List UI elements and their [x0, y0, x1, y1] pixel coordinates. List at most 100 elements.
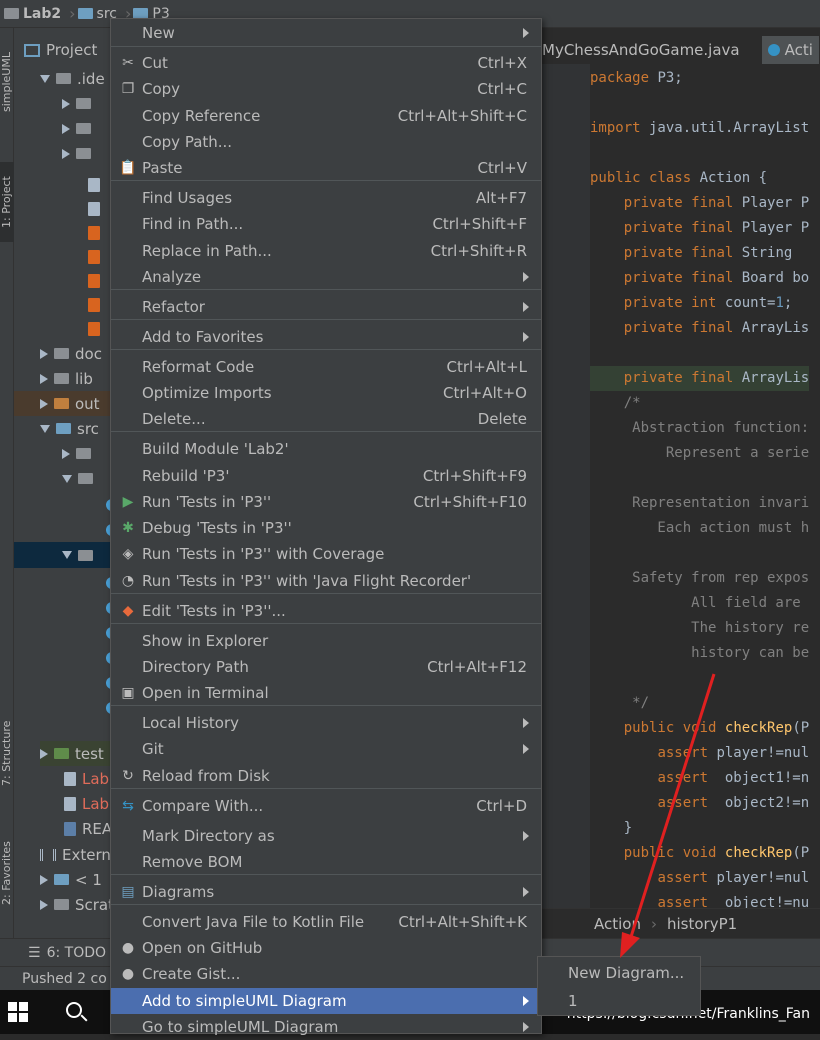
tree-row[interactable] [88, 316, 100, 341]
code-line[interactable]: private final String [590, 241, 801, 266]
menu-item-cut[interactable]: ✂ Cut Ctrl+X [111, 50, 541, 76]
code-line[interactable]: private final ArrayLis [590, 316, 809, 341]
tree-row[interactable] [62, 466, 93, 491]
code-line[interactable]: private final Board bo [590, 266, 809, 291]
tree-row[interactable]: out [14, 391, 110, 416]
tree-row[interactable] [88, 292, 100, 317]
menu-item-directory-path[interactable]: Directory Path Ctrl+Alt+F12 [111, 654, 541, 680]
menu-item-open-on-github[interactable]: ● Open on GitHub [111, 935, 541, 961]
menu-item-copy-reference[interactable]: Copy Reference Ctrl+Alt+Shift+C [111, 103, 541, 129]
code-line[interactable]: private final ArrayLis [590, 366, 810, 391]
tree-row[interactable]: REA [64, 816, 112, 841]
menu-item-add-to-simpleuml-diagram[interactable]: Add to simpleUML Diagram [111, 988, 541, 1014]
todo-tool-tab[interactable]: 6: TODO [47, 945, 106, 961]
menu-item-go-to-simpleuml-diagram[interactable]: Go to simpleUML Diagram [111, 1014, 541, 1040]
tree-row[interactable]: .ide [40, 66, 105, 91]
menu-item-label: Cut [142, 54, 168, 72]
menu-item-remove-bom[interactable]: Remove BOM [111, 849, 541, 875]
menu-item-reload-from-disk[interactable]: ↻ Reload from Disk [111, 763, 541, 789]
code-line[interactable]: private final Player P [590, 191, 809, 216]
windows-start-icon[interactable] [8, 1002, 28, 1022]
menu-item-diagrams[interactable]: ▤ Diagrams [111, 879, 541, 905]
tree-row[interactable] [88, 196, 100, 221]
code-line[interactable]: history can be [590, 641, 809, 666]
code-line[interactable]: private final Player P [590, 216, 809, 241]
code-line[interactable]: Abstraction function: [590, 416, 809, 441]
tree-row[interactable] [62, 441, 91, 466]
menu-item-delete[interactable]: Delete... Delete [111, 406, 541, 432]
menu-item-show-in-explorer[interactable]: Show in Explorer [111, 628, 541, 654]
menu-item-label: Replace in Path... [142, 242, 272, 260]
menu-item-find-in-path[interactable]: Find in Path... Ctrl+Shift+F [111, 211, 541, 237]
tree-row[interactable] [62, 116, 91, 141]
code-line[interactable]: import java.util.ArrayList [590, 116, 809, 141]
tree-row[interactable]: Lab [64, 766, 109, 791]
tree-row[interactable] [88, 268, 100, 293]
project-panel-header[interactable]: Project [14, 36, 114, 64]
submenu-new-diagram[interactable]: New Diagram... [538, 960, 700, 986]
code-line[interactable]: Represent a serie [590, 441, 809, 466]
menu-item-open-in-terminal[interactable]: ▣ Open in Terminal [111, 680, 541, 706]
copy-icon: ❐ [121, 81, 135, 97]
menu-item-copy-path[interactable]: Copy Path... [111, 129, 541, 155]
run-icon: ▶ [122, 494, 134, 510]
favorites-tool-tab[interactable]: 2: Favorites [0, 828, 14, 918]
menu-item-reformat-code[interactable]: Reformat Code Ctrl+Alt+L [111, 354, 541, 380]
project-tool-tab[interactable]: 1: Project [0, 162, 14, 242]
folder-icon [76, 148, 91, 159]
menu-item-mark-directory-as[interactable]: Mark Directory as [111, 823, 541, 849]
tree-row[interactable]: src [40, 416, 99, 441]
menu-item-replace-in-path[interactable]: Replace in Path... Ctrl+Shift+R [111, 238, 541, 264]
structure-tool-tab[interactable]: 7: Structure [0, 708, 14, 798]
menu-item-local-history[interactable]: Local History [111, 710, 541, 736]
menu-item-create-gist[interactable]: ● Create Gist... [111, 961, 541, 987]
menu-item-find-usages[interactable]: Find Usages Alt+F7 [111, 185, 541, 211]
menu-item-rebuild-p3[interactable]: Rebuild 'P3' Ctrl+Shift+F9 [111, 463, 541, 489]
tree-row[interactable] [62, 91, 91, 116]
code-line[interactable]: /* [590, 391, 641, 416]
breadcrumb-project[interactable]: Lab2 [4, 6, 61, 22]
code-line[interactable]: Each action must h [590, 516, 809, 541]
tree-row[interactable] [88, 220, 100, 245]
menu-item-edit-tests-in-p3[interactable]: ◆ Edit 'Tests in 'P3''... [111, 598, 541, 624]
tree-row[interactable]: < 1 [40, 867, 102, 892]
tree-row-selected[interactable] [14, 542, 110, 568]
menu-item-label: Reformat Code [142, 358, 255, 376]
code-line[interactable]: Safety from rep expos [590, 566, 809, 591]
menu-item-optimize-imports[interactable]: Optimize Imports Ctrl+Alt+O [111, 380, 541, 406]
code-line[interactable]: Representation invari [590, 491, 809, 516]
code-line[interactable]: The history re [590, 616, 809, 641]
code-line[interactable]: public class Action { [590, 166, 767, 191]
code-line[interactable]: All field are [590, 591, 801, 616]
menu-item-copy[interactable]: ❐ Copy Ctrl+C [111, 76, 541, 102]
menu-item-new[interactable]: New [111, 20, 541, 46]
tree-row[interactable]: test [40, 741, 110, 766]
collapse-arrow-icon [40, 874, 48, 885]
menu-item-run-tests-in-p3[interactable]: ▶ Run 'Tests in 'P3'' Ctrl+Shift+F10 [111, 489, 541, 515]
menu-item-refactor[interactable]: Refactor [111, 294, 541, 320]
menu-item-analyze[interactable]: Analyze [111, 264, 541, 290]
menu-item-compare-with[interactable]: ⇆ Compare With... Ctrl+D [111, 793, 541, 819]
code-line[interactable]: private int count=1; [590, 291, 793, 316]
tree-row[interactable]: Lab [64, 791, 109, 816]
menu-item-add-to-favorites[interactable]: Add to Favorites [111, 324, 541, 350]
menu-item-paste[interactable]: 📋 Paste Ctrl+V [111, 155, 541, 181]
tree-row[interactable] [88, 244, 100, 269]
tree-row[interactable]: doc [40, 341, 102, 366]
menu-item-run-tests-in-p3-with-java-flight-recorder[interactable]: ◔ Run 'Tests in 'P3'' with 'Java Flight R… [111, 568, 541, 594]
tree-row[interactable] [62, 141, 91, 166]
menu-item-git[interactable]: Git [111, 736, 541, 762]
tree-row[interactable]: lib [40, 366, 93, 391]
menu-item-build-module-lab2[interactable]: Build Module 'Lab2' [111, 436, 541, 462]
tree-row[interactable]: Externa [40, 842, 120, 867]
menu-item-debug-tests-in-p3[interactable]: ✱ Debug 'Tests in 'P3'' [111, 515, 541, 541]
code-line[interactable]: package P3; [590, 66, 683, 91]
submenu-diagram-1[interactable]: 1 [538, 988, 700, 1014]
tree-row[interactable] [88, 172, 100, 197]
menu-item-shortcut: Ctrl+C [477, 80, 527, 98]
tab-action[interactable]: Acti [761, 36, 819, 64]
menu-item-run-tests-in-p3-with-coverage[interactable]: ◈ Run 'Tests in 'P3'' with Coverage [111, 541, 541, 567]
tab-mychessandgogame[interactable]: MyChessAndGoGame.java [542, 41, 762, 59]
simpleuml-tool-tab[interactable]: simpleUML [0, 42, 14, 122]
menu-item-convert-java-file-to-kotlin-file[interactable]: Convert Java File to Kotlin File Ctrl+Alt… [111, 909, 541, 935]
